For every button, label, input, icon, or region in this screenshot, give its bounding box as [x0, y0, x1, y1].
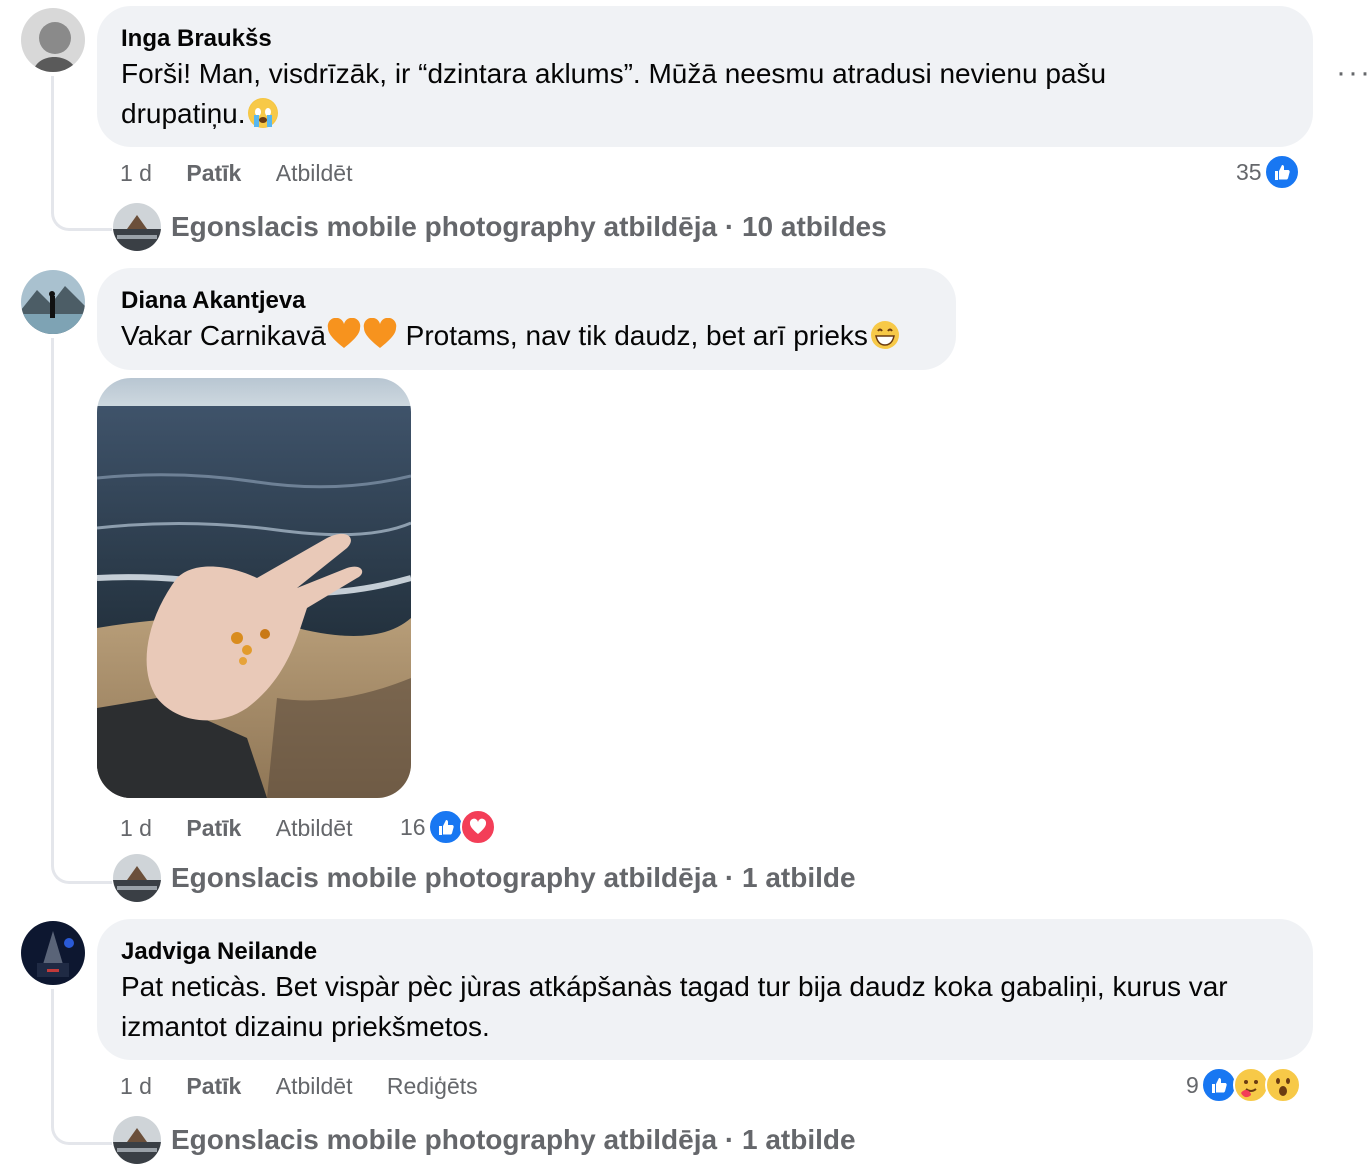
grinning-face-emoji — [870, 320, 900, 350]
thumbs-up-icon — [427, 809, 464, 845]
reply-summary: Egonslacis mobile photography atbildēja … — [171, 1124, 856, 1155]
replier-avatar — [113, 1116, 161, 1164]
crying-face-emoji — [247, 98, 278, 128]
reply-summary: Egonslacis mobile photography atbildēja … — [171, 862, 856, 893]
reply-button[interactable]: Atbildēt — [276, 813, 353, 843]
comment-bubble: Inga Braukšs Forši! Man, visdrīzāk, ir “… — [97, 6, 1313, 147]
heart-icon — [459, 809, 496, 845]
like-button[interactable]: Patīk — [186, 158, 241, 188]
replier-avatar — [113, 203, 161, 251]
comment-actions: 1 d Patīk Atbildēt — [120, 813, 380, 843]
wow-icon — [1264, 1067, 1301, 1103]
reaction-count: 35 — [1236, 158, 1262, 185]
view-replies-link[interactable]: Egonslacis mobile photography atbildēja … — [113, 854, 856, 902]
comment-author[interactable]: Inga Braukšs — [121, 24, 1289, 54]
like-button[interactable]: Patīk — [186, 1071, 241, 1101]
orange-heart-emoji — [326, 317, 362, 361]
comment-text-part: Protams, nav tik daudz, bet arī prieks — [397, 320, 868, 351]
more-options-icon[interactable]: ··· — [1336, 56, 1372, 90]
reply-button[interactable]: Atbildēt — [276, 1071, 353, 1101]
comment-actions: 1 d Patīk Atbildēt Rediģēts — [120, 1071, 506, 1101]
avatar[interactable] — [21, 270, 85, 334]
comment-text-line: Pat neticàs. Bet vispàr pèc jùras atkápš… — [121, 971, 1228, 1002]
comment-photo[interactable] — [97, 378, 411, 798]
reaction-count: 9 — [1186, 1071, 1199, 1098]
avatar[interactable] — [21, 921, 85, 985]
timestamp[interactable]: 1 d — [120, 813, 152, 843]
comment-text: Vakar Carnikavā Protams, nav tik daudz, … — [121, 316, 932, 361]
comment-text: Pat neticàs. Bet vispàr pèc jùras atkápš… — [121, 967, 1289, 1047]
reaction-summary[interactable]: 35 — [1236, 154, 1300, 190]
view-replies-link[interactable]: Egonslacis mobile photography atbildēja … — [113, 203, 887, 251]
comment-text-line: Forši! Man, visdrīzāk, ir “dzintara aklu… — [121, 58, 1107, 89]
reaction-summary[interactable]: 16 — [400, 809, 496, 845]
replier-avatar — [113, 854, 161, 902]
comment-bubble: Diana Akantjeva Vakar Carnikavā Protams,… — [97, 268, 956, 370]
thumbs-up-icon — [1263, 154, 1300, 190]
comment-author[interactable]: Jadviga Neilande — [121, 937, 1289, 967]
thumbs-up-icon — [1200, 1067, 1237, 1103]
like-button[interactable]: Patīk — [186, 813, 241, 843]
view-replies-link[interactable]: Egonslacis mobile photography atbildēja … — [113, 1116, 856, 1164]
avatar[interactable] — [21, 8, 85, 72]
orange-heart-emoji — [362, 317, 398, 361]
reply-button[interactable]: Atbildēt — [276, 158, 353, 188]
comment-text-line: izmantot dizainu priekšmetos. — [121, 1011, 490, 1042]
comment-author[interactable]: Diana Akantjeva — [121, 286, 932, 316]
comment-bubble: Jadviga Neilande Pat neticàs. Bet vispàr… — [97, 919, 1313, 1060]
comment-actions: 1 d Patīk Atbildēt — [120, 158, 380, 188]
comment-text-part: Vakar Carnikavā — [121, 320, 326, 351]
reaction-count: 16 — [400, 813, 426, 840]
reply-summary: Egonslacis mobile photography atbildēja … — [171, 211, 887, 242]
edited-label[interactable]: Rediģēts — [387, 1071, 478, 1101]
care-icon — [1232, 1067, 1269, 1103]
comment-text: Forši! Man, visdrīzāk, ir “dzintara aklu… — [121, 54, 1289, 134]
comment-text-line: drupatiņu. — [121, 98, 246, 129]
timestamp[interactable]: 1 d — [120, 158, 152, 188]
reaction-summary[interactable]: 9 — [1186, 1067, 1301, 1103]
timestamp[interactable]: 1 d — [120, 1071, 152, 1101]
